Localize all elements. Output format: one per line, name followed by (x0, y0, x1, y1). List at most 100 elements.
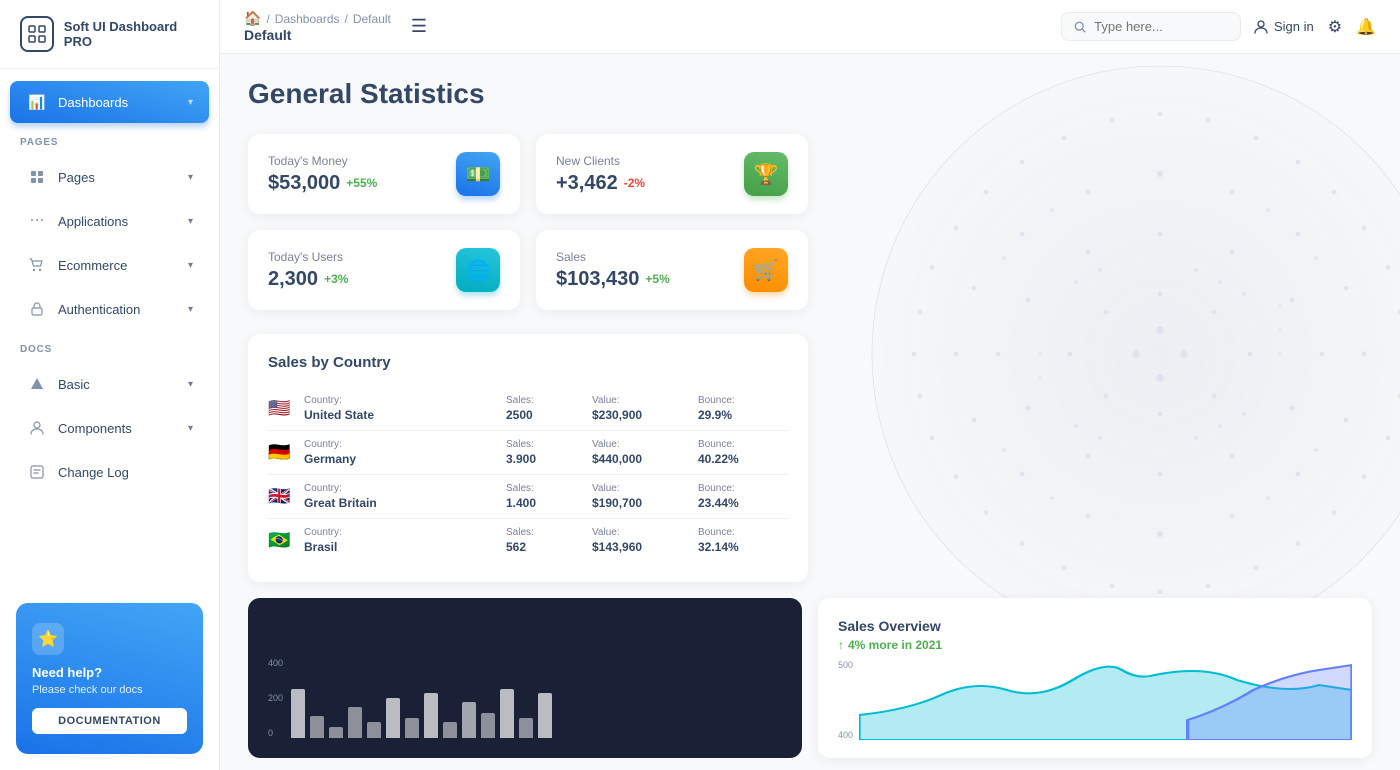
country-table: 🇺🇸 Country: United State Sales: 2500 Val… (268, 387, 788, 562)
clients-icon: 🏆 (744, 152, 788, 196)
sidebar-item-dashboards[interactable]: 📊 Dashboards ▾ (10, 81, 209, 123)
bar (519, 718, 533, 738)
sales-icon: 🛒 (744, 248, 788, 292)
sidebar-item-ecommerce[interactable]: Ecommerce ▾ (10, 244, 209, 286)
sidebar-item-authentication[interactable]: Authentication ▾ (10, 288, 209, 330)
stat-card-clients: New Clients +3,462 -2% 🏆 (536, 134, 808, 214)
sales-overview-card: Sales Overview ↑ 4% more in 2021 500 400 (818, 598, 1372, 758)
chevron-down-icon: ▾ (188, 172, 193, 183)
sidebar-item-changelog[interactable]: Change Log (10, 451, 209, 493)
stat-label-clients: New Clients (556, 154, 645, 168)
help-title: Need help? (32, 665, 187, 680)
overview-subtitle: ↑ 4% more in 2021 (838, 638, 1352, 652)
bar (538, 693, 552, 738)
bounce-col: Bounce: 29.9% (698, 395, 788, 422)
sidebar-item-label: Basic (58, 377, 178, 392)
sidebar-item-label: Authentication (58, 302, 178, 317)
docs-section-label: DOCS (0, 332, 219, 361)
sidebar-item-label: Pages (58, 170, 178, 185)
stat-label-sales: Sales (556, 250, 670, 264)
page-content: General Statistics Today's Money $53,000… (220, 54, 1400, 770)
sales-country-title: Sales by Country (268, 354, 788, 371)
stat-value-clients: +3,462 -2% (556, 172, 645, 195)
signin-button[interactable]: Sign in (1253, 19, 1314, 35)
stat-change-sales: +5% (645, 272, 669, 286)
flag-us: 🇺🇸 (268, 398, 298, 419)
stats-grid: Today's Money $53,000 +55% 💵 New Clients… (248, 134, 808, 310)
dashboards-icon: 📊 (26, 91, 48, 113)
pages-section-label: PAGES (0, 125, 219, 154)
bell-icon[interactable]: 🔔 (1356, 17, 1376, 37)
sidebar-item-applications[interactable]: Applications ▾ (10, 200, 209, 242)
bar (405, 718, 419, 738)
value-col: Value: $230,900 (592, 395, 692, 422)
app-name: Soft UI Dashboard PRO (64, 19, 199, 49)
flag-de: 🇩🇪 (268, 442, 298, 463)
sidebar-item-components[interactable]: Components ▾ (10, 407, 209, 449)
stat-label-users: Today's Users (268, 250, 348, 264)
settings-icon[interactable]: ⚙ (1328, 17, 1342, 37)
sidebar-item-label: Change Log (58, 465, 193, 480)
components-icon (26, 417, 48, 439)
overview-chart-area: 500 400 (838, 660, 1352, 740)
logo-icon (20, 16, 54, 52)
search-input[interactable] (1094, 19, 1228, 34)
bar (348, 707, 362, 739)
sidebar-item-basic[interactable]: Basic ▾ (10, 363, 209, 405)
bar (424, 693, 438, 738)
breadcrumb-sep1: / (266, 12, 269, 26)
flag-br: 🇧🇷 (268, 530, 298, 551)
stat-info-sales: Sales $103,430 +5% (556, 250, 670, 291)
stat-card-money: Today's Money $53,000 +55% 💵 (248, 134, 520, 214)
sidebar-item-label: Applications (58, 214, 178, 229)
chevron-down-icon: ▾ (188, 97, 193, 108)
menu-icon[interactable]: ☰ (411, 16, 427, 37)
country-col: Country: United State (304, 395, 500, 422)
table-row: 🇧🇷 Country: Brasil Sales: 562 Value: $14… (268, 519, 788, 562)
chevron-down-icon: ▾ (188, 216, 193, 227)
sales-col: Sales: 2500 (506, 395, 586, 422)
breadcrumb-current: Default (244, 27, 391, 43)
help-card: ⭐ Need help? Please check our docs DOCUM… (16, 603, 203, 754)
applications-icon (26, 210, 48, 232)
search-icon (1074, 20, 1086, 34)
money-icon: 💵 (456, 152, 500, 196)
sidebar-item-label: Components (58, 421, 178, 436)
home-icon[interactable]: 🏠 (244, 10, 261, 27)
bar (329, 727, 343, 738)
documentation-button[interactable]: DOCUMENTATION (32, 708, 187, 734)
signin-label: Sign in (1274, 19, 1314, 34)
flag-gb: 🇬🇧 (268, 486, 298, 507)
bar (291, 689, 305, 739)
sidebar-item-label: Ecommerce (58, 258, 178, 273)
sidebar-item-label: Dashboards (58, 95, 178, 110)
sidebar-logo: Soft UI Dashboard PRO (0, 0, 219, 69)
stat-change-clients: -2% (624, 176, 645, 190)
bar (462, 702, 476, 738)
chevron-down-icon: ▾ (188, 423, 193, 434)
sidebar-nav: 📊 Dashboards ▾ PAGES Pages ▾ Application… (0, 69, 219, 587)
breadcrumb-sep2: / (345, 12, 348, 26)
pages-icon (26, 166, 48, 188)
y-axis: 400 200 0 (268, 658, 283, 738)
bar (367, 722, 381, 738)
breadcrumb-dashboards[interactable]: Dashboards (275, 12, 340, 26)
globe-decoration (860, 54, 1400, 554)
changelog-icon (26, 461, 48, 483)
chevron-down-icon: ▾ (188, 379, 193, 390)
table-row: 🇩🇪 Country: Germany Sales: 3.900 Value: … (268, 431, 788, 475)
bar (500, 689, 514, 739)
topbar: 🏠 / Dashboards / Default Default ☰ (220, 0, 1400, 54)
arrow-up-icon: ↑ (838, 638, 844, 652)
stat-info-clients: New Clients +3,462 -2% (556, 154, 645, 195)
overview-title: Sales Overview (838, 618, 1352, 634)
chevron-down-icon: ▾ (188, 260, 193, 271)
overview-y-axis: 500 400 (838, 660, 853, 740)
sidebar-item-pages[interactable]: Pages ▾ (10, 156, 209, 198)
search-bar[interactable] (1061, 12, 1241, 41)
y-label-400: 400 (268, 658, 283, 668)
stat-value-money: $53,000 +55% (268, 172, 377, 195)
stat-value-users: 2,300 +3% (268, 268, 348, 291)
topbar-actions: Sign in ⚙ 🔔 (1253, 17, 1376, 37)
bottom-charts: 400 200 0 (248, 598, 1372, 758)
